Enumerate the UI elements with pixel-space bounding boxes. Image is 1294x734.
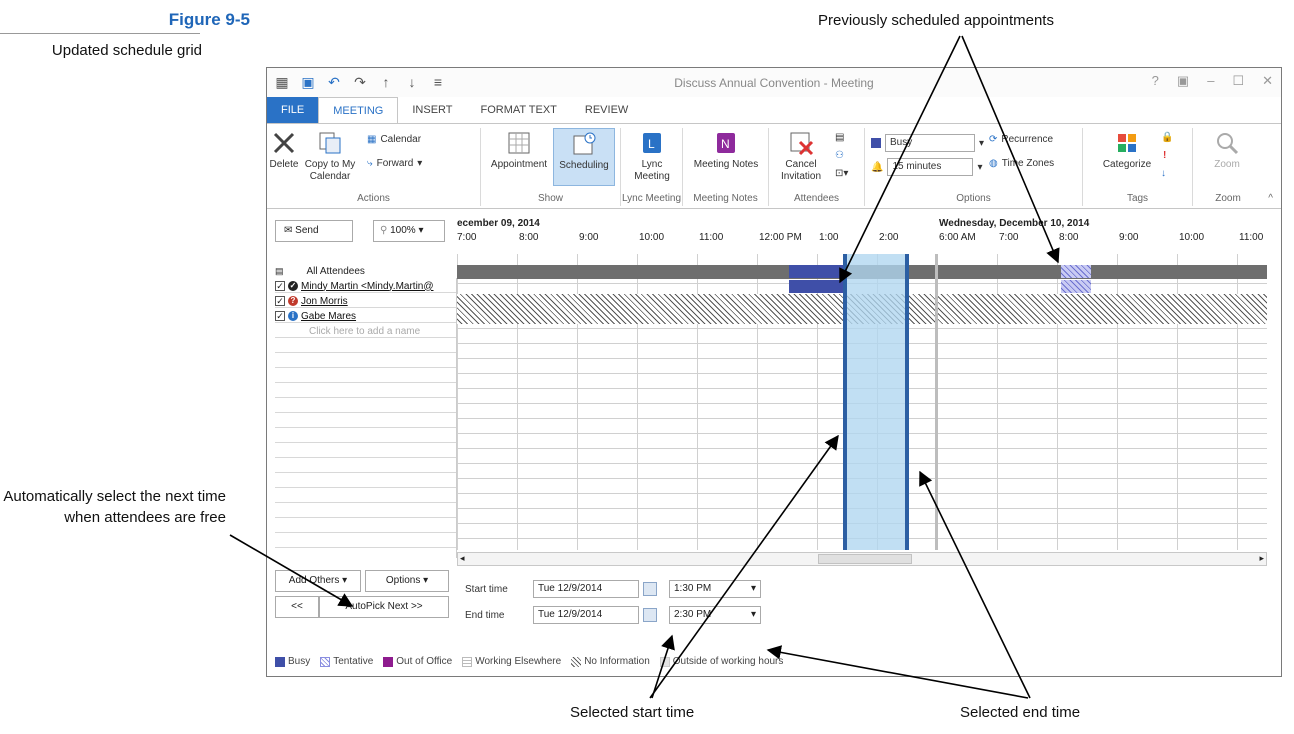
arrow-to-start-field [651, 634, 675, 699]
arrow-to-autopick [229, 534, 354, 607]
arrow-to-tentative-block [961, 35, 1060, 264]
arrow-to-end-field [766, 645, 1029, 699]
arrow-to-end-handle [919, 470, 1031, 699]
annotation-arrows [229, 35, 1060, 699]
arrow-to-busy-block [839, 35, 961, 284]
arrow-to-start-handle [649, 434, 839, 699]
